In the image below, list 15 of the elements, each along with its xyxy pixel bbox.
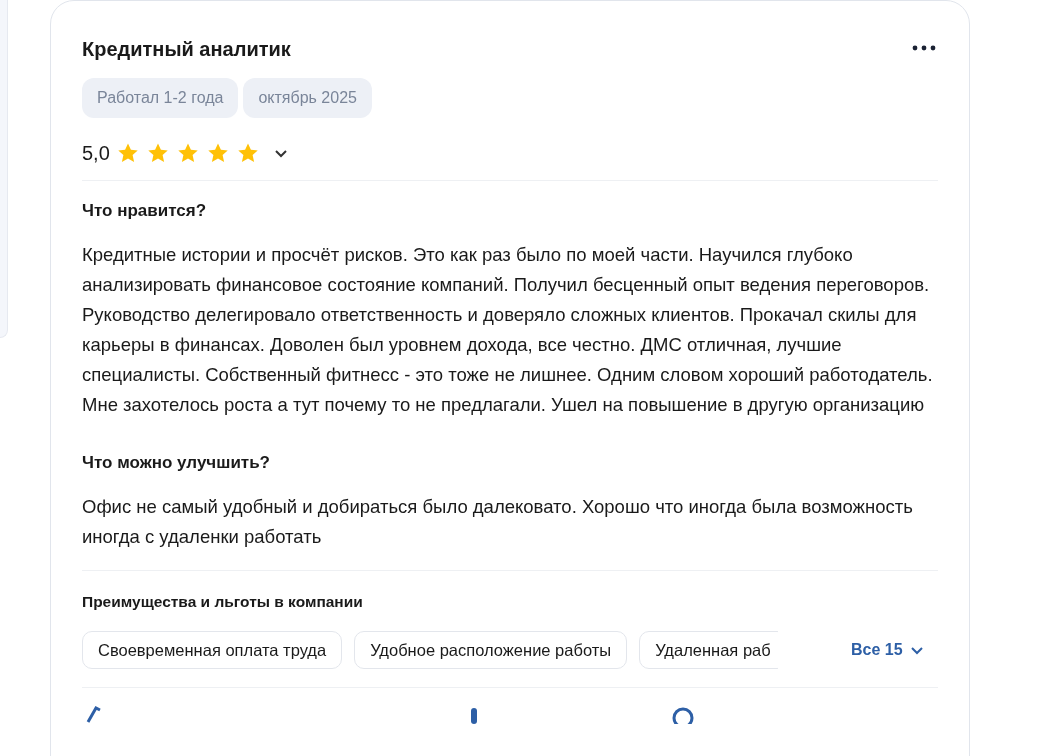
rating-value: 5,0 xyxy=(82,141,110,166)
benefit-chip: Своевременная оплата труда xyxy=(82,631,343,669)
section-text: Офис не самый удобный и добираться было далековато. Хорошо что иногда была возможность иногда с удаленки работать xyxy=(82,495,914,549)
section-heading: Что можно улучшить? xyxy=(82,452,271,474)
more-options-button[interactable] xyxy=(910,43,938,53)
review-title: Кредитный аналитик xyxy=(82,37,291,62)
benefit-chip: Удобное расположение работы xyxy=(354,631,628,669)
benefit-chip: Удаленная раб xyxy=(639,631,778,669)
more-icon xyxy=(912,45,936,51)
show-all-benefits-button[interactable]: Все 15 xyxy=(851,638,925,662)
benefits-heading: Преимущества и льготы в компании xyxy=(82,592,364,612)
section-text: Кредитные истории и просчёт рисков. Это как раз было по моей части. Научился глубоко анализировать финансовое состояние компаний. Получил бесценный опыт ведения переговоров. Руководство делегировало ответственность и доверяло сложных клиентов. Прокачал скилы для карьеры в финансах. Доволен был уровнем дохода, все честно. ДМС отличная, лучшие специалисты. Собственный фитнесс - это тоже не лишнее. Одним словом хороший работодатель. Мне захотелось роста а тут почему то не предлагали. Ушел на повышение в другую организацию xyxy=(82,243,934,417)
review-tag: Работал 1-2 года xyxy=(82,78,239,118)
section-heading: Что нравится? xyxy=(82,200,208,222)
review-tag: октябрь 2025 xyxy=(243,78,372,118)
